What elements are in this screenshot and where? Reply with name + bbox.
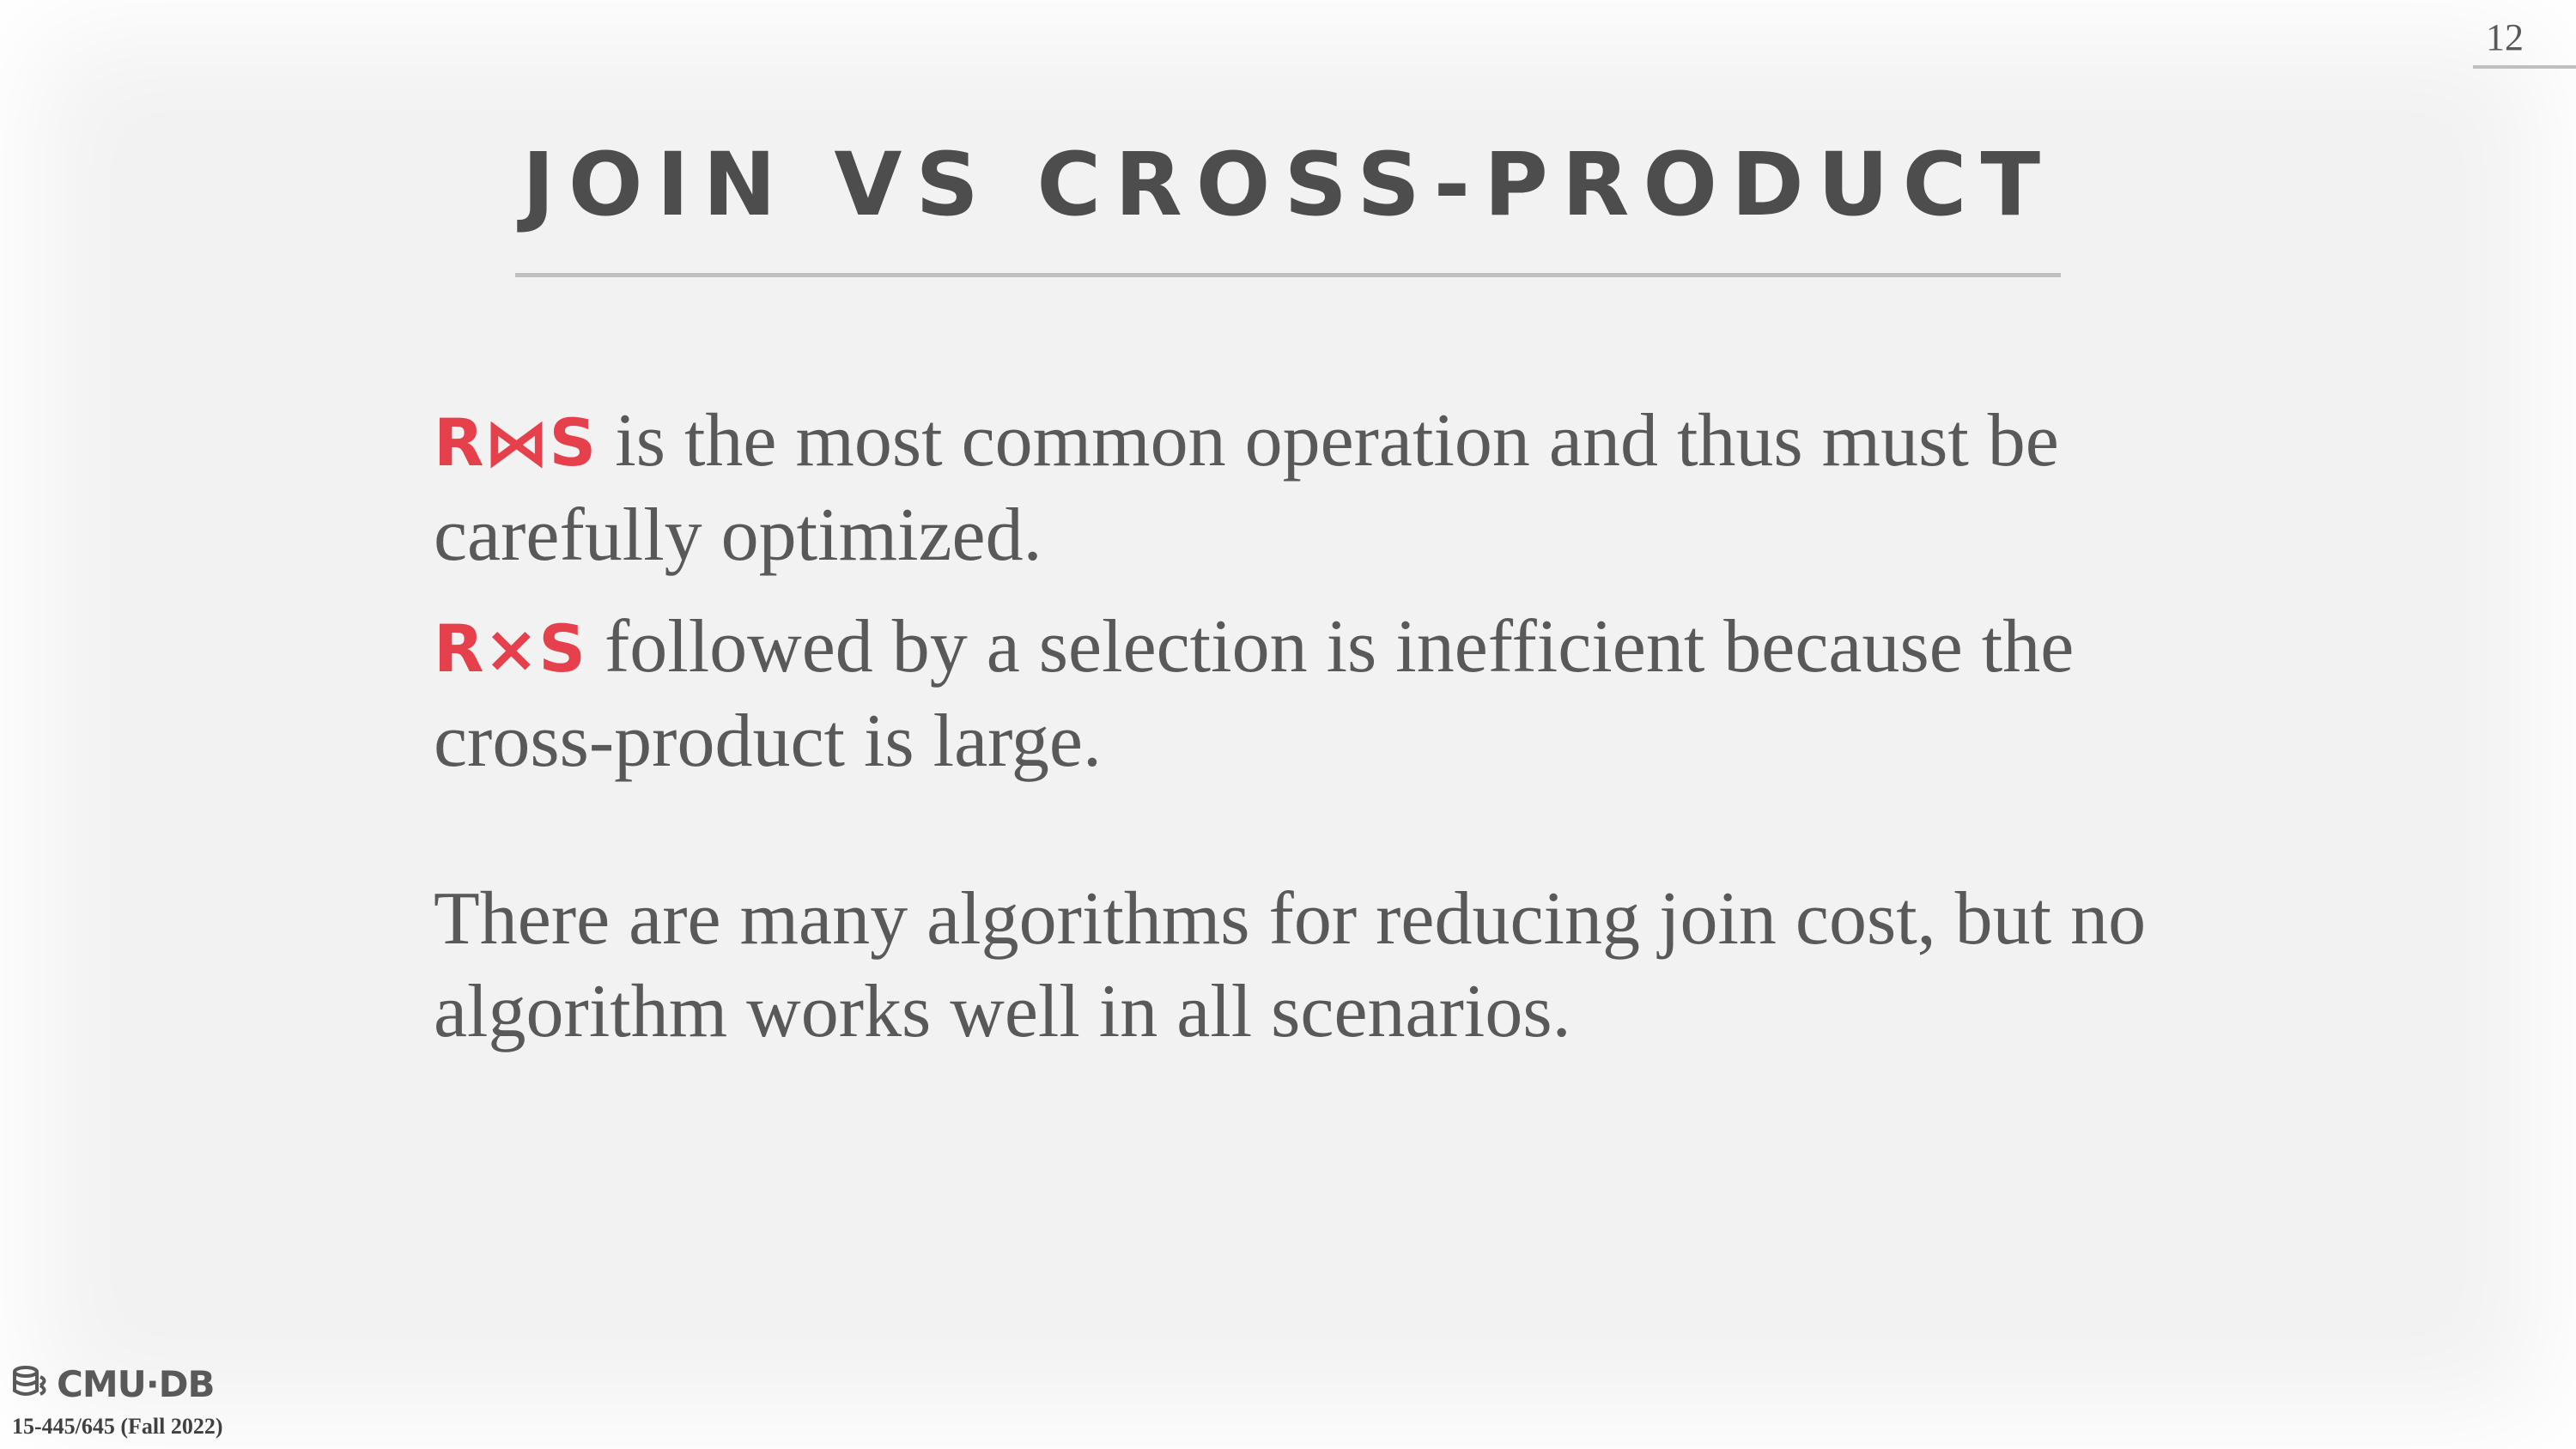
page-number-rule <box>2473 65 2576 69</box>
logo-text: CMU·DB <box>57 1363 216 1405</box>
cmu-db-logo: CMU·DB <box>12 1363 216 1405</box>
page-number: 12 <box>2486 16 2524 58</box>
paragraph-join: R⋈S is the most common operation and thu… <box>434 395 2194 582</box>
database-stack-icon <box>12 1365 50 1404</box>
slide-title: JOIN VS CROSS-PRODUCT <box>521 134 2055 236</box>
paragraph-join-text: is the most common operation and thus mu… <box>434 399 2059 577</box>
slide: 12 JOIN VS CROSS-PRODUCT R⋈S is the most… <box>0 0 2576 1449</box>
paragraph-algorithms: There are many algorithms for reducing j… <box>434 877 2147 1053</box>
join-symbol: R⋈S <box>434 404 597 481</box>
course-label: 15-445/645 (Fall 2022) <box>12 1414 223 1439</box>
paragraph-cross-product-text: followed by a selection is inefficient b… <box>434 605 2075 783</box>
paragraph-cross-product: R×S followed by a selection is inefficie… <box>434 601 2194 788</box>
title-underline <box>515 273 2061 277</box>
cross-product-symbol: R×S <box>434 610 586 687</box>
